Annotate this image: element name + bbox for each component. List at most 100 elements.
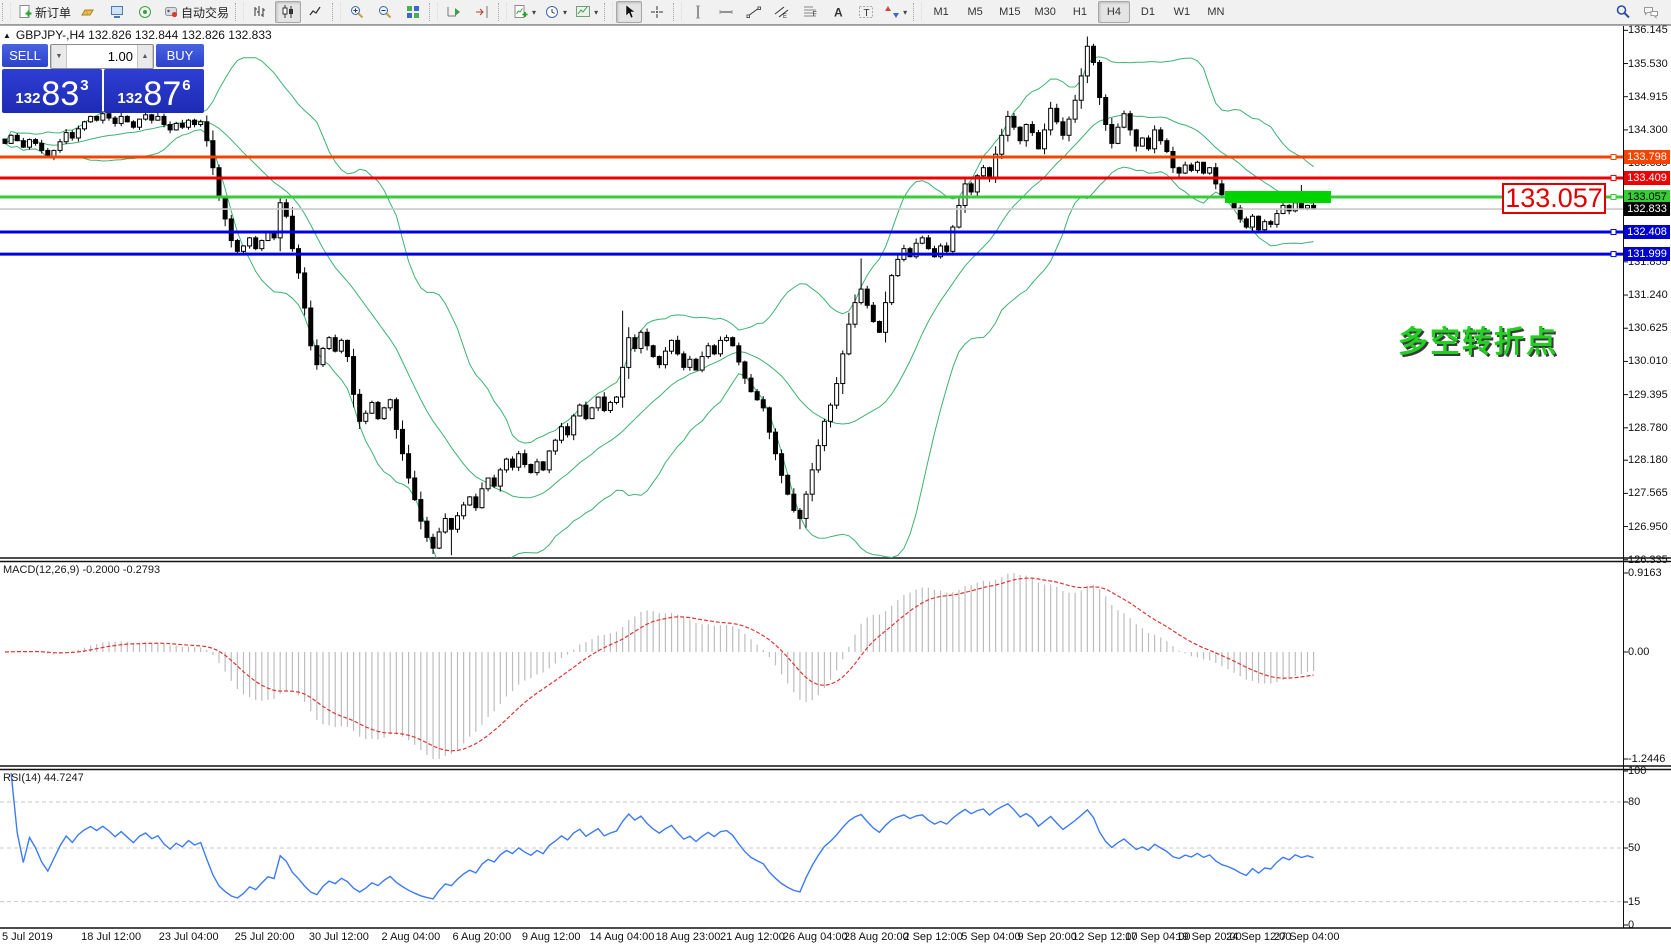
timeframe-button-h1[interactable]: H1 [1064,1,1096,23]
shapes-button[interactable]: ▾ [881,1,910,23]
clock-button[interactable]: ▾ [541,1,570,23]
robot-icon [163,4,179,20]
signal-button[interactable] [132,1,158,23]
crosshair-button[interactable] [644,1,670,23]
toolbar-group-handle[interactable] [913,3,922,21]
candle [413,478,417,500]
signal-icon [137,4,153,20]
hline-handle[interactable] [1611,155,1616,160]
candle [743,362,747,378]
chart-canvas[interactable] [0,25,1671,947]
label-t-button[interactable]: T [853,1,879,23]
chat-button[interactable] [1638,1,1664,23]
timeframe-button-m5[interactable]: M5 [959,1,991,23]
candle [241,246,245,251]
tiles-icon [405,4,421,20]
candle [633,338,637,349]
timeframe-button-h4[interactable]: H4 [1098,1,1130,23]
timeframe-button-m1[interactable]: M1 [925,1,957,23]
candle [449,518,453,529]
price-callout-box[interactable]: 133.057 [1502,183,1606,214]
turning-point-annotation[interactable]: 多空转折点 [1398,317,1558,361]
candle [474,497,478,508]
zoom-in-button[interactable] [344,1,370,23]
candle [9,135,13,143]
bar-chart-button[interactable] [247,1,273,23]
timeframe-button-m30[interactable]: M30 [1029,1,1062,23]
candle [1195,162,1199,170]
toolbar-group-handle[interactable] [498,3,507,21]
timeframe-button-w1[interactable]: W1 [1166,1,1198,23]
zoom-in-icon [349,4,365,20]
candle [339,340,343,351]
candle [1153,130,1157,149]
channel-button[interactable]: E [769,1,795,23]
rsi-pane[interactable] [0,773,1623,902]
fibo-button[interactable]: F [797,1,823,23]
timeframe-button-mn[interactable]: MN [1200,1,1232,23]
toolbar-group-handle[interactable] [429,3,438,21]
tiles-button[interactable] [400,1,426,23]
sell-price-button[interactable]: 132 83 3 [2,69,102,113]
new-chart-button[interactable]: ▾ [510,1,539,23]
hline-handle[interactable] [1611,175,1616,180]
candle [443,518,447,531]
vline-button[interactable] [685,1,711,23]
volume-input[interactable] [67,45,137,68]
new-order-button[interactable]: 新订单 [14,1,74,23]
hline-button[interactable] [713,1,739,23]
search-button[interactable] [1610,1,1636,23]
toolbar-group-handle[interactable] [604,3,613,21]
timeframe-button-m15[interactable]: M15 [993,1,1026,23]
line-chart-button[interactable] [303,1,329,23]
toolbar-group-handle[interactable] [332,3,341,21]
candle [639,332,643,348]
candle [920,238,924,243]
candle [217,168,221,198]
hline-handle[interactable] [1611,252,1616,257]
terminal-button[interactable] [104,1,130,23]
robot-button[interactable]: 自动交易 [160,1,232,23]
candle [706,346,710,357]
candle [645,332,649,345]
main-price-pane[interactable] [0,37,1623,584]
volume-increase-button[interactable]: ▲ [137,45,153,68]
label-t-icon: T [858,4,874,20]
cursor-button[interactable] [616,1,642,23]
hline-handle[interactable] [1611,194,1616,199]
shift-button[interactable] [469,1,495,23]
toolbar-group-handle[interactable] [673,3,682,21]
zoom-out-button[interactable] [372,1,398,23]
macd-pane[interactable] [5,573,1314,759]
collapse-icon[interactable]: ▲ [3,31,11,40]
sell-button[interactable]: SELL [2,44,48,67]
timeframe-button-d1[interactable]: D1 [1132,1,1164,23]
toolbar-group-handle[interactable] [2,3,11,21]
toolbar-group-handle[interactable] [235,3,244,21]
candle [425,521,429,537]
candle [841,354,845,384]
volume-decrease-button[interactable]: ▼ [51,45,67,68]
candle [462,505,466,516]
candle [297,249,301,273]
hline-handle[interactable] [1611,230,1616,235]
candle [829,405,833,421]
candle [370,402,374,413]
candle [144,115,148,119]
gold-button[interactable] [76,1,102,23]
candle [1220,184,1224,195]
buy-button[interactable]: BUY [156,44,204,67]
autoscroll-button[interactable] [441,1,467,23]
candle [333,338,337,351]
highlight-trend-segment[interactable] [1225,191,1331,203]
tline-button[interactable] [741,1,767,23]
text-a-button[interactable]: A [825,1,851,23]
buy-price-button[interactable]: 132 87 6 [104,69,204,113]
macd-axis-tick: 0.9163 [1628,567,1662,579]
candle-chart-button[interactable] [275,1,301,23]
terminal-icon [109,4,125,20]
candle [553,440,557,451]
candle [694,359,698,370]
candle [119,116,123,123]
profiles-button[interactable]: ▾ [572,1,601,23]
